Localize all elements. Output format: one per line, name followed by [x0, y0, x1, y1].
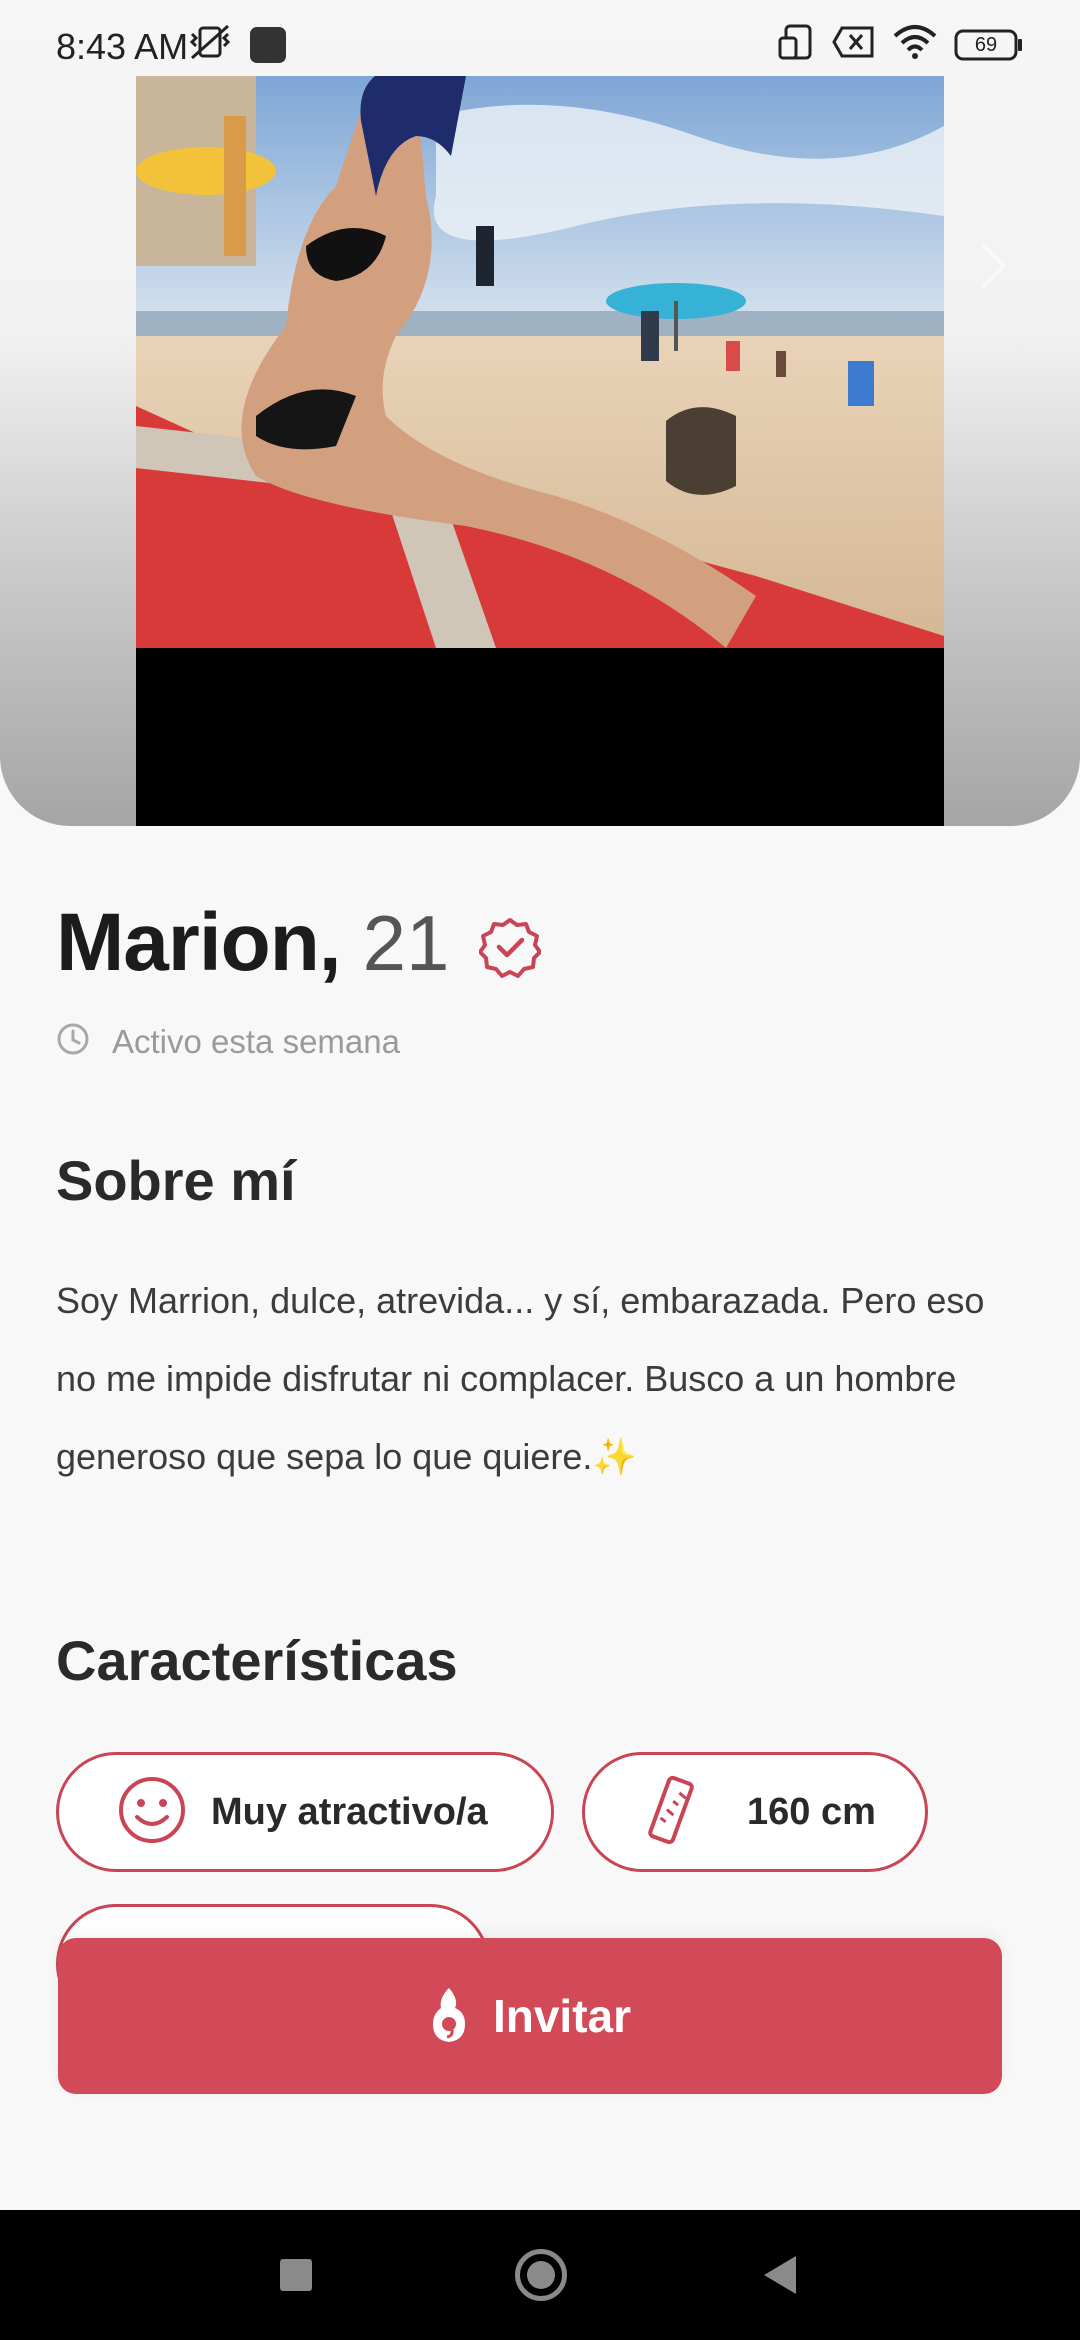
status-bar: 8:43 AM 69	[0, 0, 1080, 96]
flame-icon	[429, 1986, 469, 2047]
trait-chip-height[interactable]: 160 cm	[582, 1752, 928, 1872]
home-button[interactable]	[515, 2249, 567, 2301]
app-notification-icon	[250, 26, 286, 63]
trait-label: 160 cm	[747, 1790, 876, 1833]
smiley-icon	[117, 1775, 187, 1850]
profile-header: Marion, 21	[56, 896, 543, 990]
about-title: Sobre mí	[56, 1149, 296, 1212]
profile-photo-area[interactable]	[0, 0, 1080, 826]
system-nav-bar	[0, 2210, 1080, 2340]
battery-icon: 69	[954, 27, 1024, 63]
invite-button[interactable]: Invitar	[58, 1938, 1002, 2094]
about-text: Soy Marrion, dulce, atrevida... y sí, em…	[56, 1280, 985, 1477]
status-time: 8:43 AM	[56, 26, 189, 67]
trait-label: Muy atractivo/a	[211, 1790, 488, 1833]
activity-status: Activo esta semana	[56, 1022, 400, 1061]
verified-badge-icon	[478, 916, 543, 983]
sim-x-icon	[832, 24, 876, 65]
clock-icon	[56, 1022, 90, 1061]
trait-chip-attractiveness[interactable]: Muy atractivo/a	[56, 1752, 554, 1872]
wifi-icon	[892, 24, 938, 65]
activity-text: Activo esta semana	[112, 1022, 400, 1060]
profile-photo[interactable]	[136, 76, 944, 826]
vibrate-off-icon	[188, 22, 232, 67]
profile-age: 21	[362, 899, 450, 987]
profile-name: Marion,	[56, 897, 342, 988]
back-button[interactable]	[764, 2256, 796, 2294]
beach-photo-scene	[136, 76, 944, 648]
traits-title: Características	[56, 1629, 458, 1692]
next-photo-icon[interactable]	[961, 243, 1007, 289]
recents-button[interactable]	[280, 2259, 312, 2291]
ruler-icon	[643, 1775, 699, 1850]
invite-label: Invitar	[492, 1990, 632, 2042]
battery-level: 69	[974, 33, 998, 56]
screen-rotate-icon	[776, 22, 816, 67]
